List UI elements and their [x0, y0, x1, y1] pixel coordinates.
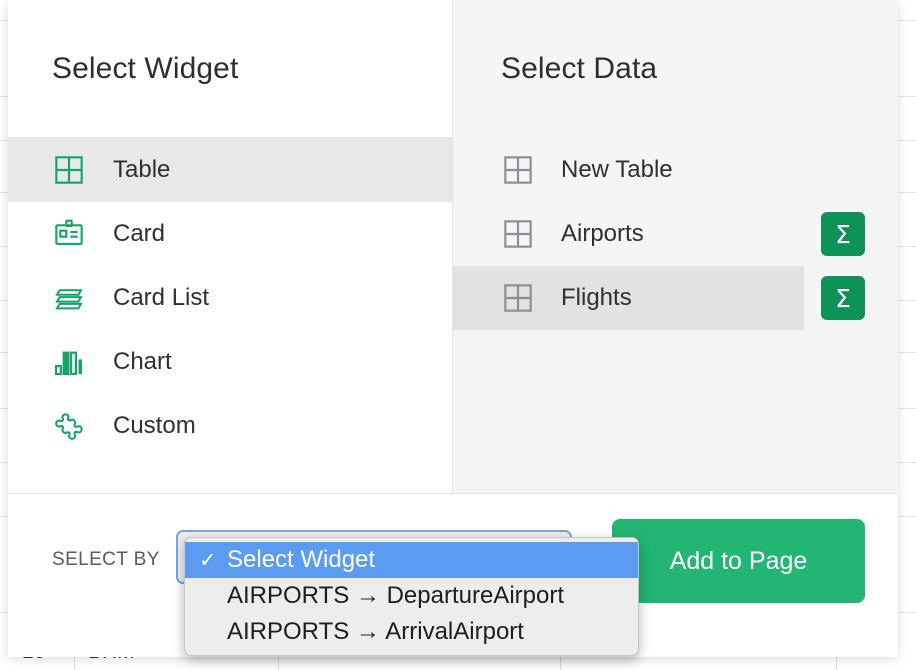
- check-icon: ✓: [199, 547, 217, 572]
- widget-item-table[interactable]: Table: [8, 138, 452, 202]
- select-widget-panel: Select Widget Table Card Card List Chart…: [8, 0, 452, 493]
- dropdown-option-departure-airport[interactable]: AIRPORTS → DepartureAirport: [185, 578, 638, 614]
- data-item-flights[interactable]: Flights Σ: [453, 266, 898, 330]
- widget-list: Table Card Card List Chart Custom: [8, 138, 452, 458]
- widget-item-label: Table: [113, 156, 171, 183]
- select-widget-title: Select Widget: [52, 51, 239, 85]
- summary-sigma-button[interactable]: Σ: [821, 212, 865, 256]
- summary-sigma-button[interactable]: Σ: [821, 276, 865, 320]
- stacked-cards-icon: [52, 281, 86, 315]
- add-to-page-button[interactable]: Add to Page: [612, 519, 865, 603]
- widget-item-custom[interactable]: Custom: [8, 394, 452, 458]
- widget-picker-dialog: Select Widget Table Card Card List Chart…: [8, 0, 898, 657]
- select-by-dropdown-menu: ✓ Select Widget AIRPORTS → DepartureAirp…: [184, 537, 639, 656]
- data-source-list: New Table Airports Σ Flights Σ: [453, 138, 898, 330]
- bar-chart-icon: [52, 345, 86, 379]
- select-data-title: Select Data: [501, 52, 658, 85]
- table-grid-icon: [52, 153, 86, 187]
- widget-item-label: Custom: [113, 412, 196, 439]
- select-by-label: SELECT BY: [52, 549, 160, 570]
- puzzle-piece-icon: [52, 409, 86, 443]
- dropdown-option-select-widget[interactable]: ✓ Select Widget: [185, 542, 638, 578]
- widget-item-label: Card: [113, 220, 166, 247]
- data-item-new-table[interactable]: New Table: [453, 138, 898, 202]
- select-widget-header: Select Widget: [8, 0, 452, 138]
- data-item-airports[interactable]: Airports Σ: [453, 202, 898, 266]
- data-item-label: Flights: [561, 284, 632, 311]
- data-item-label: Airports: [561, 220, 644, 247]
- data-item-label: New Table: [561, 156, 673, 183]
- widget-item-card[interactable]: Card: [8, 202, 452, 266]
- select-data-panel: Select Data New Table Airports Σ Flights…: [452, 0, 898, 493]
- dropdown-option-label: AIRPORTS → ArrivalAirport: [227, 618, 524, 645]
- id-card-icon: [52, 217, 86, 251]
- dropdown-option-label: Select Widget: [227, 546, 376, 573]
- dropdown-option-arrival-airport[interactable]: AIRPORTS → ArrivalAirport: [185, 614, 638, 650]
- dropdown-option-label: AIRPORTS → DepartureAirport: [227, 582, 564, 609]
- panels-container: Select Widget Table Card Card List Chart…: [8, 0, 898, 493]
- table-grid-icon: [501, 281, 535, 315]
- widget-item-label: Card List: [113, 284, 210, 311]
- widget-item-card-list[interactable]: Card List: [8, 266, 452, 330]
- table-grid-icon: [501, 153, 535, 187]
- table-grid-icon: [501, 217, 535, 251]
- select-data-header: Select Data: [453, 0, 898, 138]
- widget-item-label: Chart: [113, 348, 172, 375]
- widget-item-chart[interactable]: Chart: [8, 330, 452, 394]
